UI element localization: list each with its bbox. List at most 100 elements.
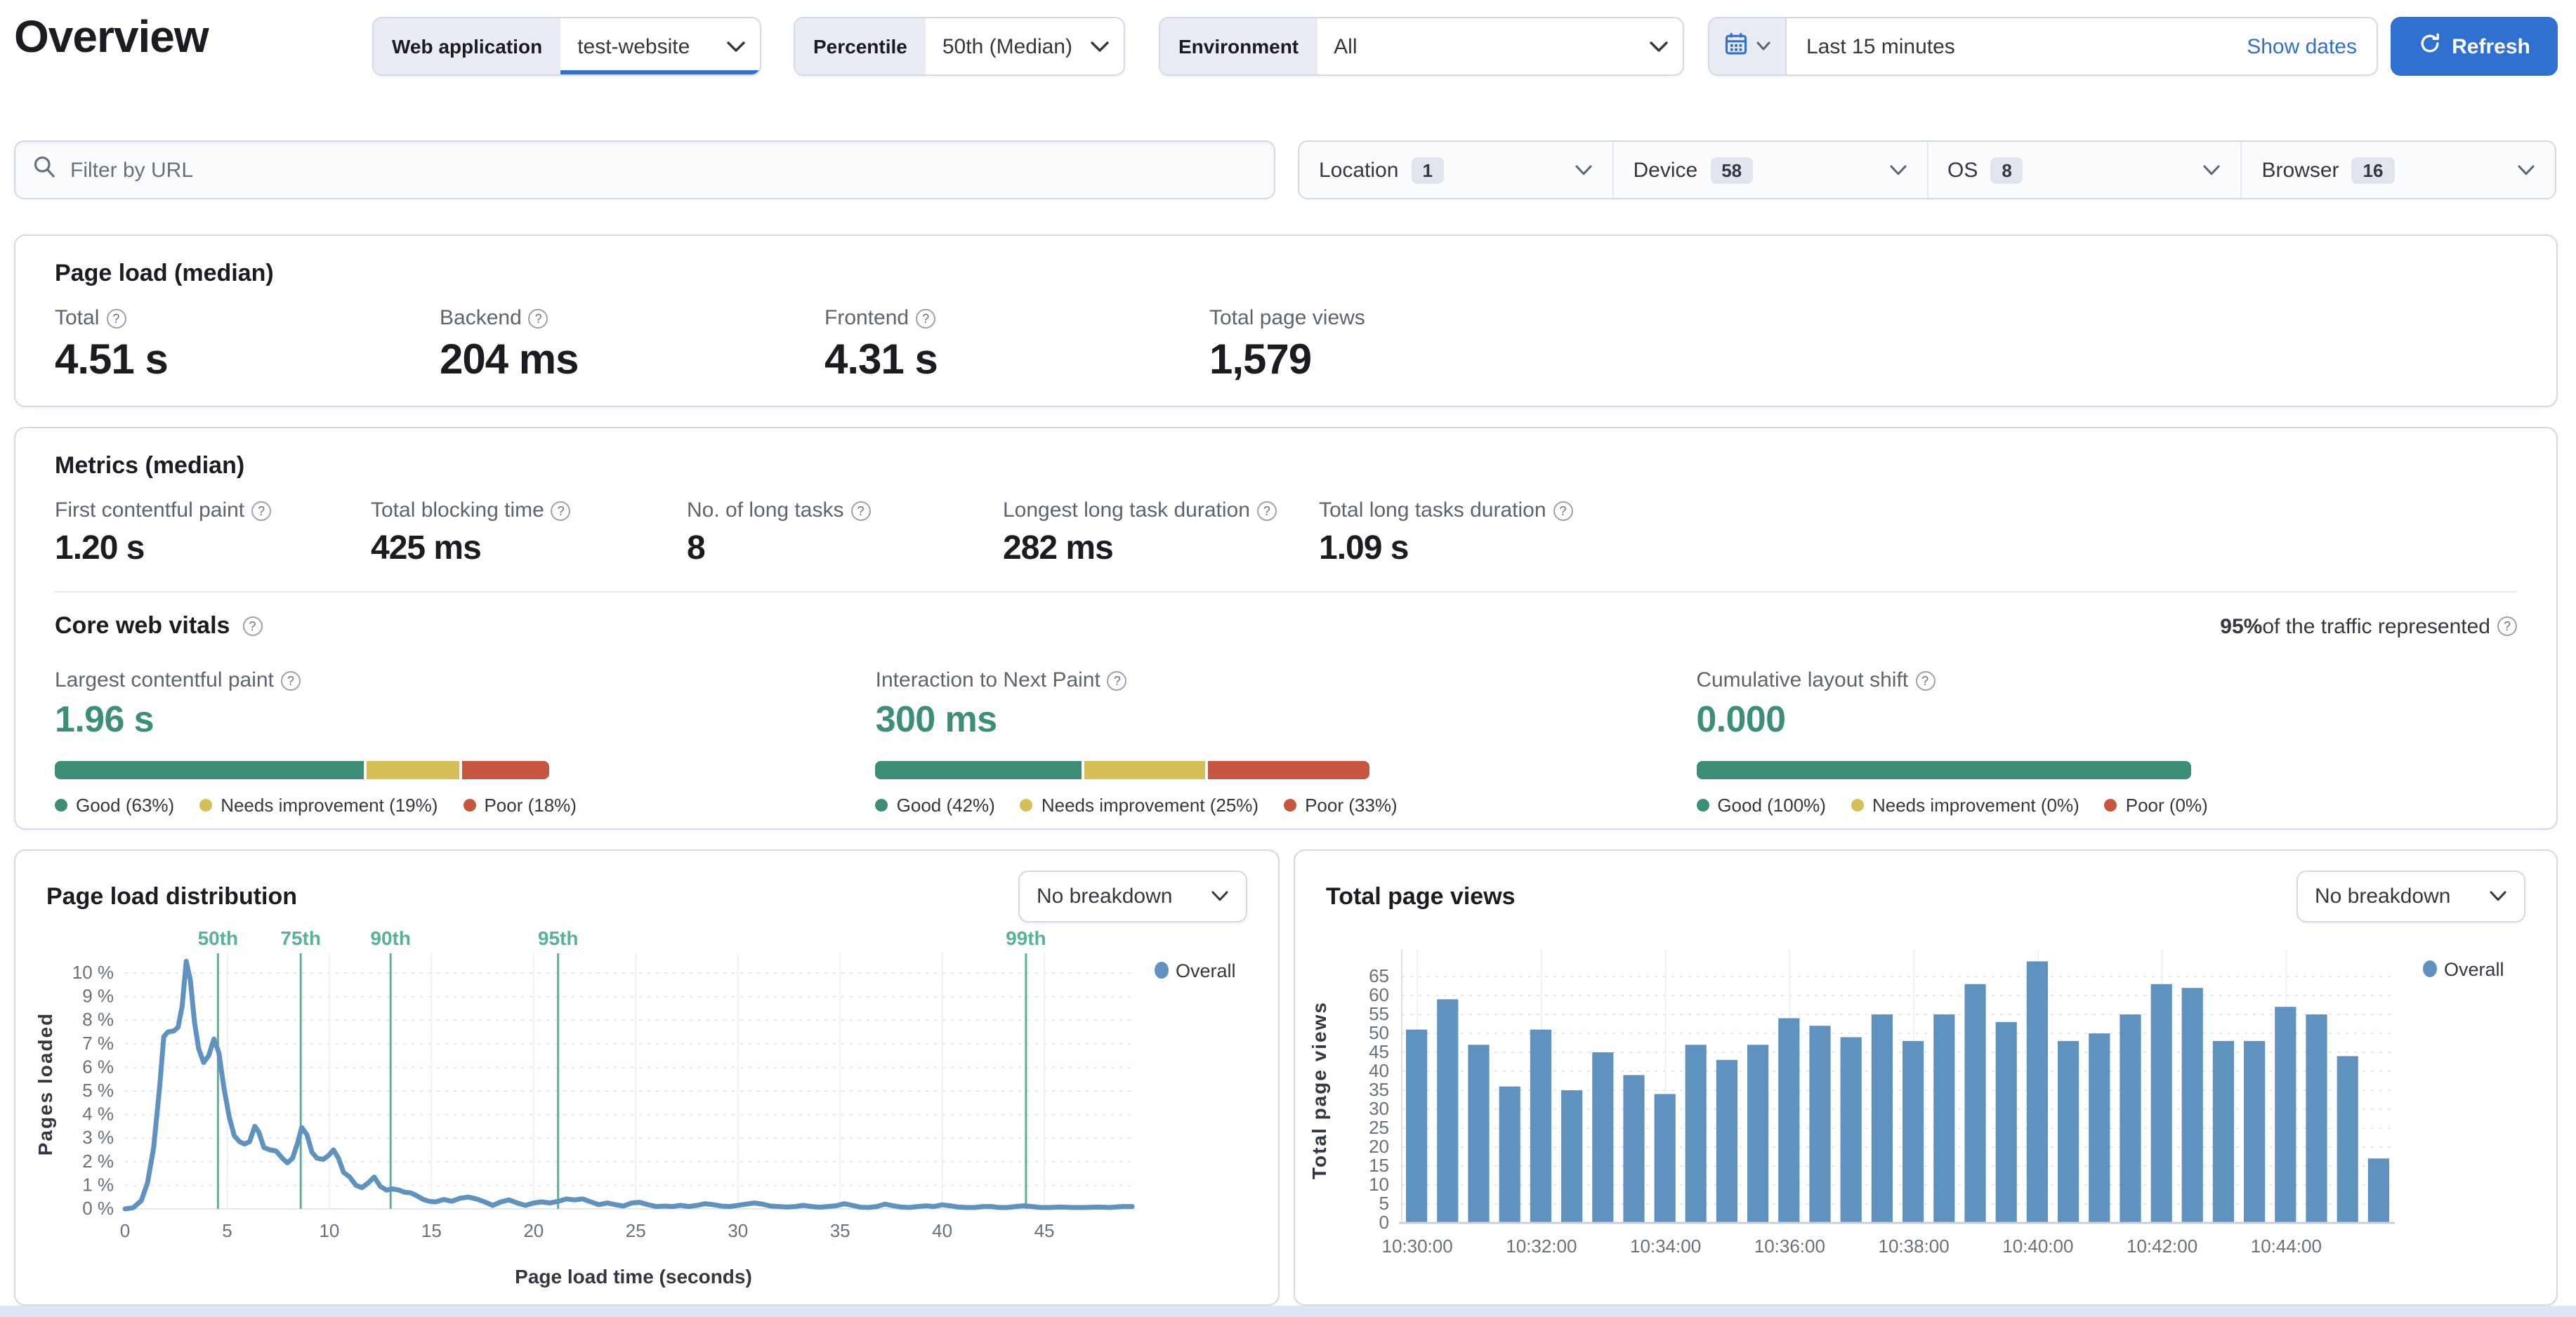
page-load-distribution-card: Page load distribution No breakdown 0 % 1… [14, 849, 1280, 1306]
web-application-value: test-website [577, 34, 690, 58]
kpi-frontend-value: 4.31 s [824, 337, 938, 383]
views-breakdown-value: No breakdown [2315, 885, 2451, 908]
chevron-down-icon [1888, 164, 1907, 176]
web-application-select[interactable]: Web application test-website [372, 17, 761, 76]
url-filter-searchbox[interactable] [14, 140, 1275, 199]
refresh-icon [2418, 32, 2440, 60]
metric-longest-task-label: Longest long task duration [1003, 498, 1250, 522]
info-icon[interactable]: ? [106, 308, 126, 328]
poor-dot-icon [2104, 799, 2117, 812]
focus-underline [560, 70, 760, 74]
svg-text:10:44:00: 10:44:00 [2251, 1236, 2322, 1257]
environment-value: All [1334, 34, 1358, 58]
traffic-text: of the traffic represented [2262, 614, 2490, 638]
info-icon[interactable]: ? [1915, 670, 1936, 690]
info-icon[interactable]: ? [280, 670, 301, 690]
metrics-card: Metrics (median) First contentful paint?… [14, 427, 2558, 830]
svg-text:10:38:00: 10:38:00 [1878, 1236, 1949, 1257]
total-page-views-card: Total page views No breakdown 0 5 10 15 20 25… [1294, 849, 2558, 1306]
percentile-select[interactable]: Percentile 50th (Median) [794, 17, 1125, 76]
facet-filter-group: Location 1 Device 58 OS 8 Browser 16 [1298, 140, 2556, 199]
poor-dot-icon [463, 799, 476, 812]
chevron-down-icon [1635, 40, 1669, 53]
info-icon[interactable]: ? [850, 501, 871, 520]
cwv-cls: Cumulative layout shift? 0.000 Good (100… [1696, 668, 2517, 816]
svg-text:5: 5 [222, 1220, 232, 1241]
svg-text:25: 25 [626, 1220, 646, 1241]
traffic-percent: 95% [2220, 614, 2263, 638]
svg-text:10:40:00: 10:40:00 [2002, 1236, 2073, 1257]
kpi-frontend-label: Frontend [824, 306, 909, 330]
distribution-breakdown-select[interactable]: No breakdown [1018, 871, 1247, 922]
svg-text:0: 0 [120, 1220, 130, 1241]
svg-text:45: 45 [1034, 1220, 1055, 1241]
legend-needs: Needs improvement (19%) [221, 795, 438, 816]
page-load-distribution-chart[interactable]: 0 % 1 %2 % 3 %4 % 5 % 6 %7 % 8 %9 % 10 % 0 5 10 15… [29, 928, 1266, 1262]
info-icon[interactable]: ? [1553, 501, 1573, 520]
page-title: Overview [14, 11, 209, 62]
chevron-down-icon [1211, 890, 1229, 903]
date-range-value[interactable]: Last 15 minutes [1787, 18, 2227, 74]
show-dates-link[interactable]: Show dates [2227, 18, 2377, 74]
info-icon[interactable]: ? [251, 501, 272, 520]
date-picker-calendar-segment[interactable] [1709, 18, 1787, 74]
filter-location[interactable]: Location 1 [1299, 142, 1612, 198]
svg-text:20: 20 [523, 1220, 544, 1241]
legend-good: Good (42%) [896, 795, 995, 816]
needs-improvement-dot-icon [1851, 799, 1864, 812]
legend-good: Good (63%) [76, 795, 175, 816]
metric-longest-task: Longest long task duration? 282 ms [1003, 498, 1319, 569]
refresh-button[interactable]: Refresh [2391, 17, 2558, 76]
kpi-total-label: Total [55, 306, 100, 330]
good-dot-icon [1696, 799, 1709, 812]
kpi-frontend: Frontend? 4.31 s [824, 306, 1209, 385]
chevron-down-icon [1575, 164, 1593, 176]
info-icon[interactable]: ? [551, 501, 571, 520]
cwv-inp-value: 300 ms [875, 698, 997, 740]
svg-text:40: 40 [1369, 1060, 1389, 1081]
svg-text:7 %: 7 % [82, 1033, 114, 1054]
info-icon[interactable]: ? [2497, 616, 2517, 636]
kpi-total: Total? 4.51 s [55, 306, 440, 385]
percentile-value: 50th (Median) [942, 34, 1072, 58]
svg-text:8 %: 8 % [82, 1009, 114, 1030]
chevron-down-icon [2203, 164, 2221, 176]
filter-device[interactable]: Device 58 [1612, 142, 1927, 198]
environment-select[interactable]: Environment All [1159, 17, 1684, 76]
svg-text:99th: 99th [1006, 928, 1046, 949]
kpi-total-page-views-value: 1,579 [1209, 337, 1312, 383]
info-icon[interactable]: ? [242, 616, 263, 636]
filter-browser[interactable]: Browser 16 [2240, 142, 2556, 198]
svg-text:75th: 75th [280, 928, 321, 949]
cwv-cls-label: Cumulative layout shift [1696, 668, 1909, 692]
svg-text:15: 15 [421, 1220, 442, 1241]
metric-tbt-value: 425 ms [371, 529, 482, 567]
date-picker[interactable]: Last 15 minutes Show dates [1708, 17, 2378, 76]
kpi-backend-label: Backend [440, 306, 522, 330]
svg-text:10:30:00: 10:30:00 [1381, 1236, 1452, 1257]
info-icon[interactable]: ? [528, 308, 548, 328]
kpi-backend: Backend? 204 ms [440, 306, 824, 385]
svg-text:5 %: 5 % [82, 1080, 114, 1101]
views-breakdown-select[interactable]: No breakdown [2296, 871, 2525, 922]
svg-text:Overall: Overall [2444, 959, 2504, 980]
svg-text:15: 15 [1369, 1155, 1389, 1176]
info-icon[interactable]: ? [1107, 670, 1127, 690]
filter-os-count-badge: 8 [1990, 157, 2023, 183]
metric-total-task-duration-label: Total long tasks duration [1319, 498, 1546, 522]
info-icon[interactable]: ? [1256, 501, 1277, 520]
svg-text:5: 5 [1379, 1193, 1389, 1214]
total-page-views-chart[interactable]: 05101520253035404550556065 10:30:00 10:32:… [1306, 925, 2541, 1288]
svg-text:45: 45 [1369, 1041, 1389, 1062]
cwv-lcp-value: 1.96 s [55, 698, 155, 740]
filter-os[interactable]: OS 8 [1926, 142, 2241, 198]
info-icon[interactable]: ? [916, 308, 936, 328]
svg-text:0 %: 0 % [82, 1198, 114, 1219]
cwv-lcp-label: Largest contentful paint [55, 668, 274, 692]
legend-needs: Needs improvement (0%) [1872, 795, 2079, 816]
url-filter-input[interactable] [70, 158, 1257, 182]
metric-fcp-value: 1.20 s [55, 529, 145, 567]
svg-text:40: 40 [932, 1220, 952, 1241]
metric-tbt: Total blocking time? 425 ms [371, 498, 687, 569]
svg-text:25: 25 [1369, 1117, 1389, 1138]
